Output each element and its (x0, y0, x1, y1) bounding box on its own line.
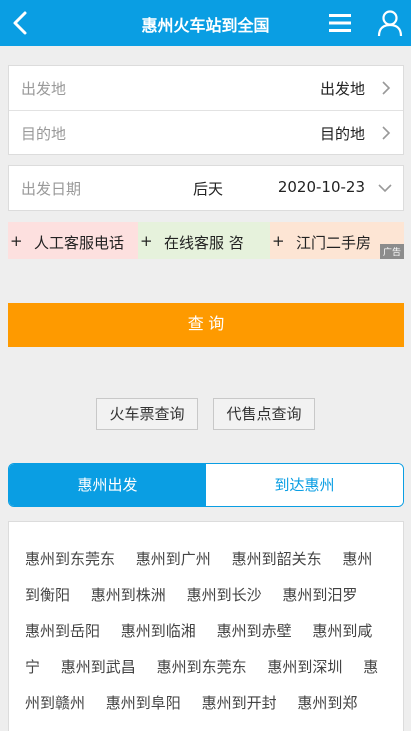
agency-query-button[interactable]: 代售点查询 (213, 398, 315, 430)
chevron-right-icon (382, 81, 391, 95)
destination-value: 目的地 (319, 125, 365, 143)
route-links: 惠州到东莞东 惠州到广州 惠州到韶关东 惠州到衡阳 惠州到株洲 惠州到长沙 惠州… (25, 541, 379, 731)
destination-label: 目的地 (21, 125, 67, 143)
route-link[interactable]: 惠州到开封 (202, 694, 277, 712)
route-link[interactable]: 惠州到岳阳 (25, 622, 100, 640)
chevron-down-icon (378, 184, 392, 193)
plus-icon: + (272, 232, 285, 250)
ad-banner: + 人工客服电话 + 在线客服 咨 + 江门二手房 广告 (8, 222, 404, 259)
route-link[interactable]: 惠州到武昌 (61, 658, 136, 676)
chevron-right-icon (382, 126, 391, 140)
date-field[interactable]: 出发日期 后天 2020-10-23 (9, 166, 403, 210)
route-link[interactable]: 惠州到株洲 (91, 586, 166, 604)
plus-icon: + (10, 232, 23, 250)
ad-badge: 广告 (379, 244, 404, 259)
ad-link-online-service[interactable]: + 在线客服 咨 (138, 222, 270, 259)
route-link[interactable]: 惠州到汨罗 (282, 586, 357, 604)
ticket-query-button[interactable]: 火车票查询 (96, 398, 198, 430)
ad-text: 人工客服电话 (34, 234, 125, 252)
app-header: 惠州火车站到全国 (0, 0, 411, 46)
user-icon[interactable] (376, 9, 404, 37)
destination-field[interactable]: 目的地 目的地 (9, 110, 403, 154)
date-label: 出发日期 (21, 180, 82, 198)
ad-text: 在线客服 咨 (164, 234, 244, 252)
route-link[interactable]: 惠州到赤壁 (217, 622, 292, 640)
date-value: 2020-10-23 (277, 178, 365, 196)
plus-icon: + (140, 232, 153, 250)
route-link[interactable]: 惠州到深圳 (267, 658, 342, 676)
route-link[interactable]: 惠州到韶关东 (232, 550, 322, 568)
route-link[interactable]: 惠州到东莞东 (157, 658, 247, 676)
hamburger-menu-icon[interactable] (327, 12, 353, 34)
route-form: 出发地 出发地 目的地 目的地 (8, 65, 404, 155)
departure-field[interactable]: 出发地 出发地 (9, 66, 403, 110)
departure-label: 出发地 (21, 80, 67, 98)
date-card: 出发日期 后天 2020-10-23 (8, 165, 404, 211)
route-link[interactable]: 惠州到阜阳 (106, 694, 181, 712)
tab-arrive[interactable]: 到达惠州 (206, 464, 403, 506)
date-relative: 后天 (193, 180, 224, 198)
route-link[interactable]: 惠州到临湘 (121, 622, 196, 640)
departure-value: 出发地 (319, 80, 365, 98)
route-link[interactable]: 惠州到广州 (136, 550, 211, 568)
search-button[interactable]: 查 询 (8, 303, 404, 347)
direction-tabs: 惠州出发 到达惠州 (8, 463, 404, 507)
route-link[interactable]: 惠州到长沙 (187, 586, 262, 604)
route-link[interactable]: 惠州到东莞东 (25, 550, 115, 568)
ad-link-customer-service-phone[interactable]: + 人工客服电话 (8, 222, 138, 259)
ad-text: 江门二手房 (296, 234, 372, 252)
tab-depart[interactable]: 惠州出发 (9, 464, 206, 506)
route-list: 惠州到东莞东 惠州到广州 惠州到韶关东 惠州到衡阳 惠州到株洲 惠州到长沙 惠州… (8, 521, 404, 731)
